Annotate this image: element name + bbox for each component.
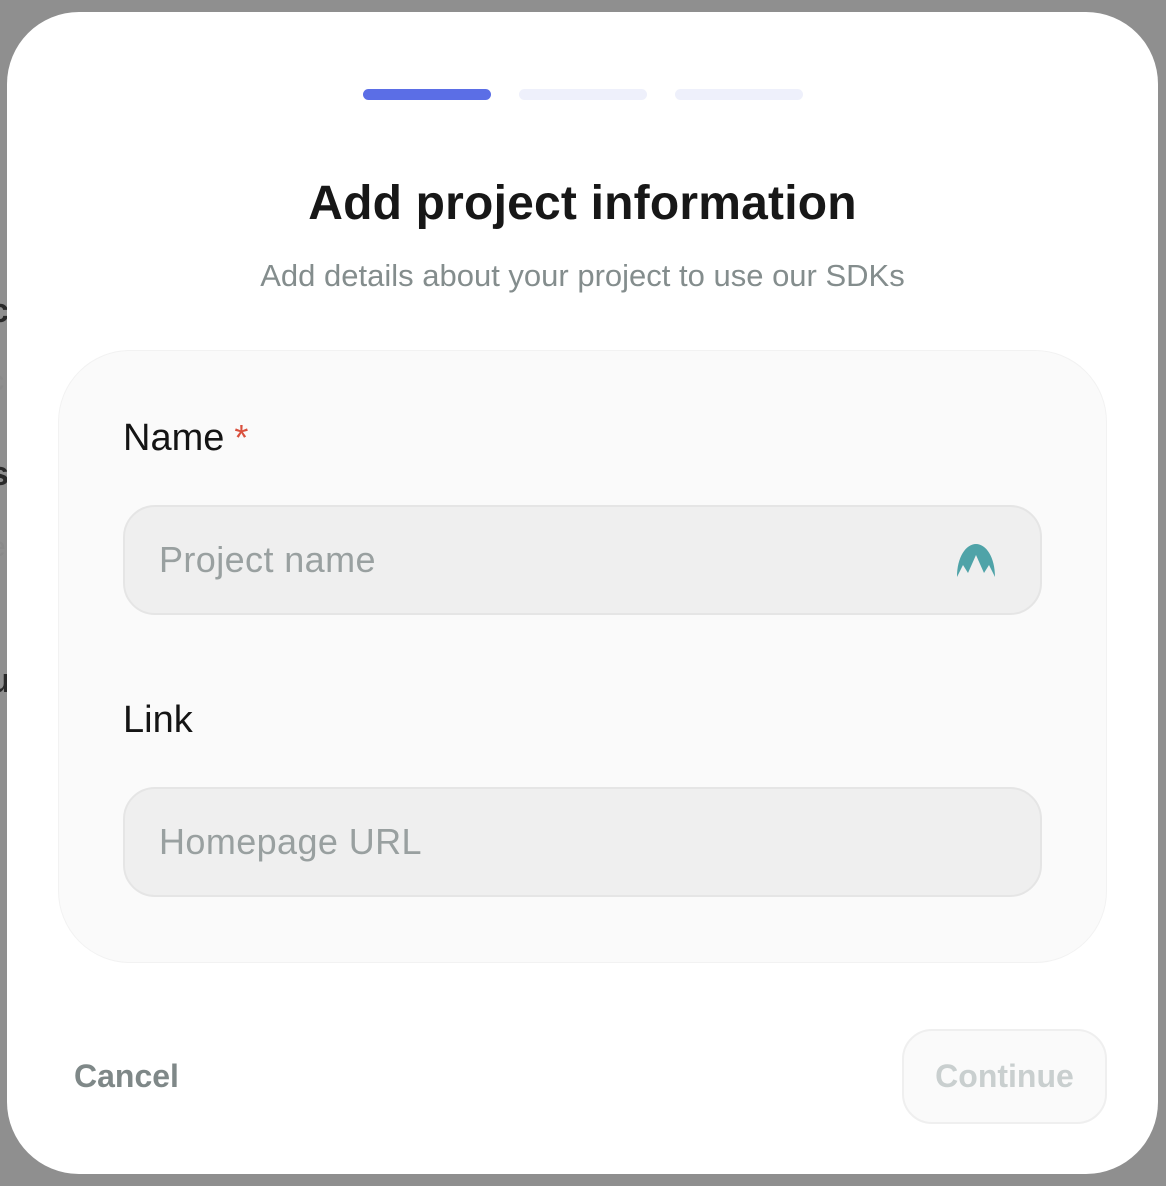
project-name-placeholder: Project name: [159, 539, 376, 580]
step-2-indicator: [518, 89, 647, 100]
required-asterisk: *: [234, 417, 249, 458]
modal-title: Add project information: [308, 177, 857, 230]
background-text-fragment: e: [0, 531, 6, 563]
step-3-indicator: [674, 89, 803, 100]
name-field-label: Name *: [123, 417, 248, 460]
mountain-extension-icon[interactable]: [954, 541, 998, 581]
step-1-indicator: [362, 89, 491, 100]
progress-stepper: [7, 89, 1158, 100]
project-form-card: Name * Project name Link Homepage URL: [58, 350, 1107, 963]
name-label-text: Name: [123, 417, 225, 459]
project-name-input[interactable]: Project name: [123, 505, 1042, 615]
background-text-fragment: c: [0, 365, 4, 397]
add-project-modal: Add project information Add details abou…: [7, 12, 1158, 1174]
cancel-button[interactable]: Cancel: [74, 1058, 179, 1095]
continue-button[interactable]: Continue: [902, 1029, 1107, 1124]
link-field-label: Link: [123, 699, 193, 741]
homepage-url-input[interactable]: Homepage URL: [123, 787, 1042, 897]
modal-subtitle: Add details about your project to use ou…: [260, 258, 905, 293]
homepage-url-placeholder: Homepage URL: [159, 821, 422, 862]
